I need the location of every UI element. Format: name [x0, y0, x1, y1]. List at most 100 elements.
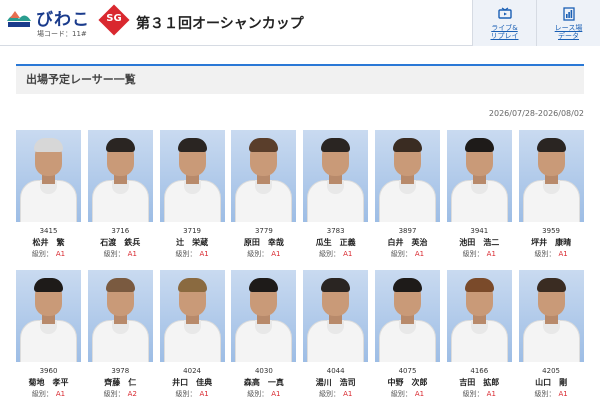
racer-grade: 級別： A2: [88, 389, 153, 399]
grade-badge-label: SG: [106, 13, 122, 24]
grade-label: 級別：: [319, 250, 341, 258]
live-replay-button[interactable]: ライブ& リプレイ: [472, 0, 536, 46]
racer-card[interactable]: 3716 石渡 鉄兵 級別： A1: [87, 130, 153, 260]
racer-photo[interactable]: [87, 270, 153, 362]
racer-number: 3719: [183, 227, 201, 235]
racer-photo[interactable]: [303, 270, 369, 362]
grade-class: A1: [271, 390, 281, 398]
racer-name[interactable]: 白井 英治: [375, 237, 440, 248]
racer-photo[interactable]: [87, 130, 153, 222]
racer-number: 3779: [254, 227, 273, 235]
racer-name[interactable]: 湯川 浩司: [303, 377, 368, 388]
grade-label: 級別：: [462, 250, 484, 258]
racer-hair: [321, 138, 351, 152]
racer-photo[interactable]: [446, 270, 512, 362]
racer-name[interactable]: 吉田 拡郎: [447, 377, 512, 388]
grade-class: A1: [55, 390, 66, 398]
grade-label: 級別：: [247, 250, 269, 258]
racer-photo[interactable]: [518, 130, 584, 222]
grade-label: 級別：: [247, 390, 269, 398]
venue-name[interactable]: びわこ: [36, 5, 90, 30]
racer-card[interactable]: 3960 菊地 孝平 級別： A1: [16, 270, 81, 400]
racer-photo[interactable]: [159, 270, 225, 362]
venue-code: 場コード：11#: [37, 30, 87, 38]
racer-hair: [177, 138, 207, 152]
racer-photo[interactable]: [159, 130, 225, 222]
racer-card[interactable]: 4205 山口 剛級別： A1: [518, 270, 584, 400]
grade-class: A2: [127, 390, 137, 398]
venue-logo-icon[interactable]: [6, 7, 32, 29]
racer-photo[interactable]: [231, 130, 297, 222]
racer-grade: 級別： A1: [88, 249, 153, 259]
racer-photo[interactable]: [16, 130, 81, 222]
racer-photo[interactable]: [446, 130, 512, 222]
racer-number: 3960: [39, 367, 58, 375]
racer-name[interactable]: 石渡 鉄兵: [88, 237, 153, 248]
grade-label: 級別：: [534, 250, 556, 258]
racer-hair: [321, 278, 351, 292]
grade-class: A1: [343, 250, 353, 258]
racer-name[interactable]: 森高 一真: [231, 377, 296, 388]
grade-label: 級別：: [31, 250, 53, 258]
racer-name[interactable]: 瓜生 正義: [303, 237, 368, 248]
racer-name[interactable]: 齊藤 仁: [88, 377, 153, 388]
racer-card[interactable]: 4075 中野 次郎 級別： A1: [375, 270, 440, 400]
racer-name[interactable]: 松井 繁: [16, 237, 81, 248]
racer-hair: [249, 278, 279, 292]
race-title: 第３１回オーシャンカップ: [136, 16, 304, 32]
racer-hair: [34, 278, 63, 292]
racer-number: 4075: [398, 367, 417, 375]
racer-card[interactable]: 4044 湯川 浩司 級別： A1: [303, 270, 369, 400]
racer-grade: 級別： A1: [160, 249, 225, 259]
racer-grade: 級別： A1: [231, 249, 296, 259]
racer-hair: [105, 138, 135, 152]
racer-name[interactable]: 池田 浩二: [447, 237, 512, 248]
grade-class: A1: [55, 250, 66, 258]
racer-grade: 級別： A1: [447, 249, 512, 259]
racer-name[interactable]: 坪井 康晴: [519, 237, 584, 248]
racer-card[interactable]: 3959 坪井 康晴 級別： A1: [518, 130, 584, 260]
grade-class: A1: [271, 250, 281, 258]
grade-label: 級別：: [319, 390, 341, 398]
grade-label: 級別：: [103, 250, 125, 258]
racer-name[interactable]: 辻 栄蔵: [160, 237, 225, 248]
racer-photo[interactable]: [518, 270, 584, 362]
racer-card[interactable]: 3415 松井 繁級別： A1: [16, 130, 81, 260]
racer-grade: 級別： A1: [231, 389, 296, 399]
racer-number: 4205: [542, 367, 560, 375]
racer-name[interactable]: 原田 幸哉: [231, 237, 296, 248]
racer-card[interactable]: 4166 吉田 拡郎 級別： A1: [446, 270, 512, 400]
racer-number: 3716: [111, 227, 130, 235]
racer-number: 4024: [183, 367, 201, 375]
racer-photo[interactable]: [231, 270, 297, 362]
racer-name[interactable]: 中野 次郎: [375, 377, 440, 388]
racer-name[interactable]: 井口 佳典: [160, 377, 225, 388]
racer-name[interactable]: 山口 剛: [519, 377, 584, 388]
venue-data-button[interactable]: レース場 データ: [536, 0, 600, 46]
racer-card[interactable]: 3978 齊藤 仁級別： A2: [87, 270, 153, 400]
site-header: びわこ 場コード：11# SG 第３１回オーシャンカップ ライブ& リプレイ レ…: [0, 0, 600, 46]
grade-class: A1: [199, 250, 209, 258]
racer-grade: 級別： A1: [16, 389, 81, 399]
racer-card[interactable]: 3719 辻 栄蔵 級別： A1: [159, 130, 225, 260]
racer-number: 3959: [542, 227, 560, 235]
event-period: 2026/07/28-2026/08/02: [488, 109, 584, 118]
racer-card[interactable]: 3941 池田 浩二 級別： A1: [446, 130, 512, 260]
racer-hair: [34, 138, 63, 152]
section-title: 出場予定レーサー一覧: [16, 64, 584, 94]
racer-card[interactable]: 4024 井口 佳典 級別： A1: [159, 270, 225, 400]
racer-photo[interactable]: [16, 270, 81, 362]
racer-number: 4044: [326, 367, 345, 375]
racer-photo[interactable]: [375, 270, 440, 362]
live-replay-label-2: リプレイ: [490, 32, 519, 40]
racer-name[interactable]: 菊地 孝平: [16, 377, 81, 388]
racer-number: 3897: [398, 227, 417, 235]
racer-card[interactable]: 3897 白井 英治 級別： A1: [375, 130, 440, 260]
racer-card[interactable]: 3779 原田 幸哉 級別： A1: [231, 130, 297, 260]
racer-photo[interactable]: [375, 130, 440, 222]
racer-number: 3415: [39, 227, 58, 235]
racer-number: 4030: [254, 367, 273, 375]
racer-card[interactable]: 4030 森高 一真 級別： A1: [231, 270, 297, 400]
racer-card[interactable]: 3783 瓜生 正義 級別： A1: [303, 130, 369, 260]
racer-photo[interactable]: [303, 130, 369, 222]
